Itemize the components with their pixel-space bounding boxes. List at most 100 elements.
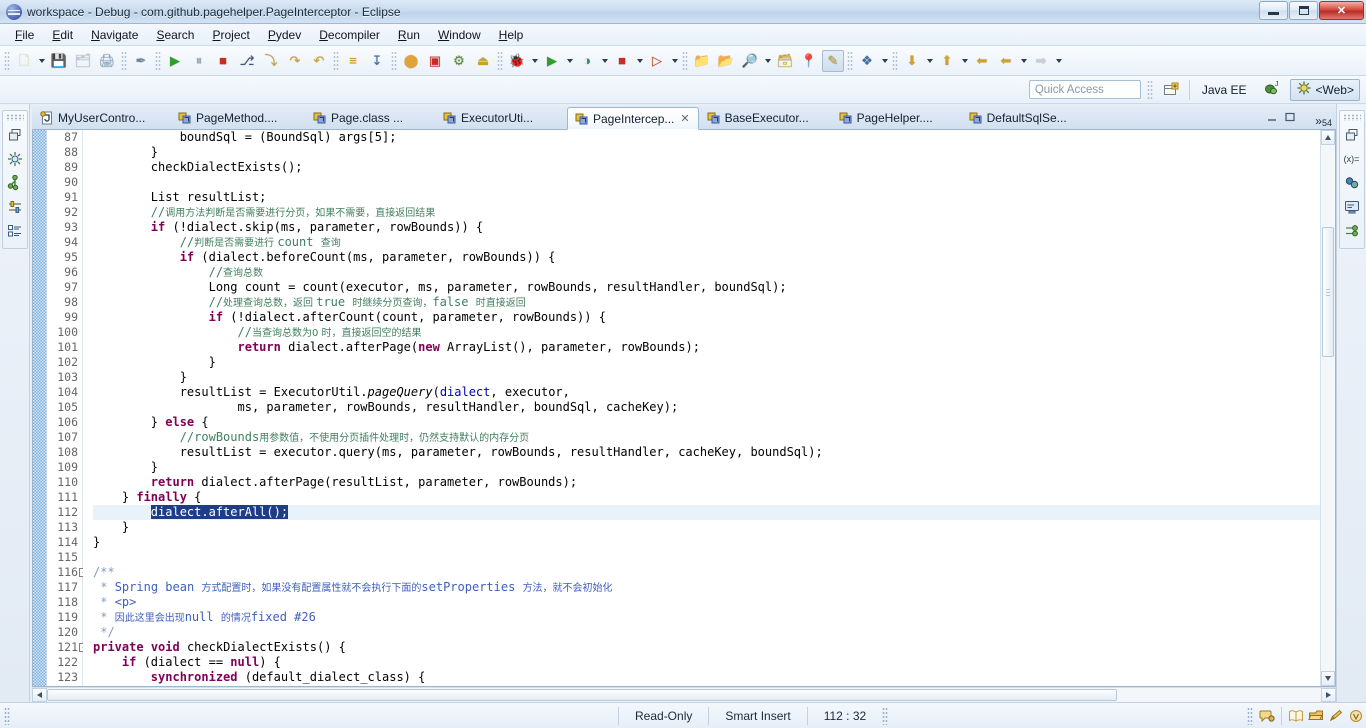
chevron-down-icon[interactable] [1018, 50, 1029, 72]
console-view-icon[interactable] [1342, 196, 1362, 218]
resume-icon[interactable]: ▶ [164, 50, 186, 72]
perspective-web[interactable]: <Web> [1289, 78, 1360, 101]
toolbar-grip[interactable] [497, 50, 503, 71]
new-java-class-icon[interactable]: ⬤ [400, 50, 422, 72]
perspective-bar-grip[interactable] [1146, 79, 1153, 100]
bookmark-icon[interactable] [1306, 706, 1326, 726]
run-to-line-icon[interactable]: ≡ [342, 50, 364, 72]
quick-access-input[interactable]: Quick Access [1028, 80, 1141, 99]
vertical-scroll-thumb[interactable] [1322, 227, 1334, 357]
tab-close-icon[interactable]: ✕ [680, 112, 689, 125]
menu-pydev[interactable]: Pydev [259, 26, 310, 44]
search-icon[interactable]: 🔎 [739, 50, 761, 72]
status-bar-grip[interactable] [1247, 706, 1253, 725]
code-line[interactable]: ms, parameter, rowBounds, resultHandler,… [93, 400, 1320, 415]
pen-highlight-icon[interactable]: ✎ [822, 49, 844, 72]
toolbar-grip[interactable] [391, 50, 397, 71]
code-line[interactable]: */ [93, 625, 1320, 640]
toggle-mark-occurrences-icon[interactable]: ✒ [130, 50, 152, 72]
menu-edit[interactable]: Edit [43, 26, 82, 44]
editor-tab-1[interactable]: PageMethod.... [170, 107, 305, 129]
save-all-icon[interactable]: 🗂 [72, 50, 94, 72]
breakpoints-view-icon[interactable] [5, 172, 25, 194]
editor-tab-7[interactable]: DefaultSqlSe... [961, 107, 1091, 129]
toolbar-grip[interactable] [682, 50, 688, 71]
step-into-icon[interactable]: ⤵ [260, 50, 282, 72]
editor-tab-3[interactable]: ExecutorUti... [435, 107, 567, 129]
code-line[interactable]: if (!dialect.skip(ms, parameter, rowBoun… [93, 220, 1320, 235]
chevron-down-icon[interactable] [1053, 50, 1064, 72]
step-over-icon[interactable]: ↷ [284, 50, 306, 72]
pencil-icon[interactable] [1326, 706, 1346, 726]
chevron-down-icon[interactable] [529, 50, 540, 72]
code-line[interactable]: dialect.afterAll(); [93, 505, 1320, 520]
debug-launch-icon[interactable]: 🐞 [506, 50, 528, 72]
back-icon[interactable]: ⬅ [995, 50, 1017, 72]
restore-view-icon[interactable] [5, 124, 25, 146]
source-editor[interactable]: 87 88 89 90 91 92 93 94 95 96 97 98 99 100 101 102 103 10… [32, 130, 1336, 687]
coverage-icon[interactable]: ◑ [576, 50, 598, 72]
editor-marker-bar[interactable] [33, 130, 47, 686]
drop-to-frame-icon[interactable]: ↧ [366, 50, 388, 72]
new-wizard-icon[interactable]: 🗋 [13, 50, 35, 72]
forward-icon[interactable]: ➡ [1030, 50, 1052, 72]
code-line[interactable]: if (dialect.beforeCount(ms, parameter, r… [93, 250, 1320, 265]
variables-view-icon[interactable]: (x)= [1342, 148, 1362, 170]
code-line[interactable]: } [93, 460, 1320, 475]
print-icon[interactable]: 🖨 [96, 50, 118, 72]
new-annotation-icon[interactable]: ▣ [424, 50, 446, 72]
code-line[interactable]: //查询总数 [93, 265, 1320, 280]
code-line[interactable]: return dialect.afterPage(resultList, par… [93, 475, 1320, 490]
menu-decompiler[interactable]: Decompiler [310, 26, 389, 44]
code-line[interactable]: * <p> [93, 595, 1320, 610]
code-line[interactable] [93, 175, 1320, 190]
scroll-up-button[interactable] [1321, 130, 1335, 145]
refactor-icon[interactable]: ❖ [856, 50, 878, 72]
code-line[interactable]: * 因此这里会出现null 的情况fixed #26 [93, 610, 1320, 625]
step-return-icon[interactable]: ↶ [308, 50, 330, 72]
status-bar-grip[interactable] [4, 706, 10, 725]
code-text[interactable]: boundSql = (BoundSql) args[5]; } checkDi… [93, 130, 1320, 685]
scroll-down-button[interactable] [1321, 671, 1335, 686]
scroll-left-button[interactable] [32, 688, 47, 702]
toolbar-grip[interactable] [155, 50, 161, 71]
code-line[interactable] [93, 550, 1320, 565]
toolbar-grip[interactable] [121, 50, 127, 71]
perspective-debug[interactable]: J [1257, 79, 1286, 101]
open-folder-icon[interactable]: 📂 [715, 50, 737, 72]
code-line[interactable]: //当查询总数为0 时，直接返回空的结果 [93, 325, 1320, 340]
chevron-down-icon[interactable] [879, 50, 890, 72]
tab-overflow-chevron[interactable]: » 54 [1315, 114, 1332, 129]
code-line[interactable]: private void checkDialectExists() { [93, 640, 1320, 655]
toolbar-grip[interactable] [333, 50, 339, 71]
chevron-down-icon[interactable] [924, 50, 935, 72]
vertical-scroll-track[interactable] [1321, 145, 1335, 671]
open-task-icon[interactable]: 🗃 [774, 50, 796, 72]
toolbar-grip[interactable] [847, 50, 853, 71]
open-perspective-icon[interactable] [1160, 79, 1182, 101]
code-line[interactable]: } [93, 520, 1320, 535]
menu-file[interactable]: File [6, 26, 43, 44]
tip-of-the-day-icon[interactable] [1257, 706, 1277, 726]
code-line[interactable]: boundSql = (BoundSql) args[5]; [93, 130, 1320, 145]
code-line[interactable]: if (!dialect.afterCount(count, parameter… [93, 310, 1320, 325]
code-line[interactable]: /** [93, 565, 1320, 580]
menu-run[interactable]: Run [389, 26, 429, 44]
save-icon[interactable]: 💾 [48, 50, 70, 72]
scroll-right-button[interactable] [1321, 688, 1336, 702]
code-line[interactable]: } else { [93, 415, 1320, 430]
status-bar-grip[interactable] [882, 706, 889, 725]
code-line[interactable]: resultList = ExecutorUtil.pageQuery(dial… [93, 385, 1320, 400]
maximize-icon[interactable] [1284, 111, 1296, 125]
pin-icon[interactable]: 📍 [798, 50, 820, 72]
stop-icon[interactable]: ■ [611, 50, 633, 72]
code-line[interactable]: synchronized (default_dialect_class) { [93, 670, 1320, 685]
toolbar-grip[interactable] [4, 50, 10, 71]
chevron-down-icon[interactable] [599, 50, 610, 72]
close-button[interactable]: ✕ [1319, 1, 1364, 20]
perspective-java-ee[interactable]: Java EE [1196, 79, 1253, 101]
menu-project[interactable]: Project [203, 26, 258, 44]
code-line[interactable]: } [93, 355, 1320, 370]
left-rail-grip[interactable] [5, 114, 24, 121]
editor-tab-5[interactable]: BaseExecutor... [699, 107, 831, 129]
